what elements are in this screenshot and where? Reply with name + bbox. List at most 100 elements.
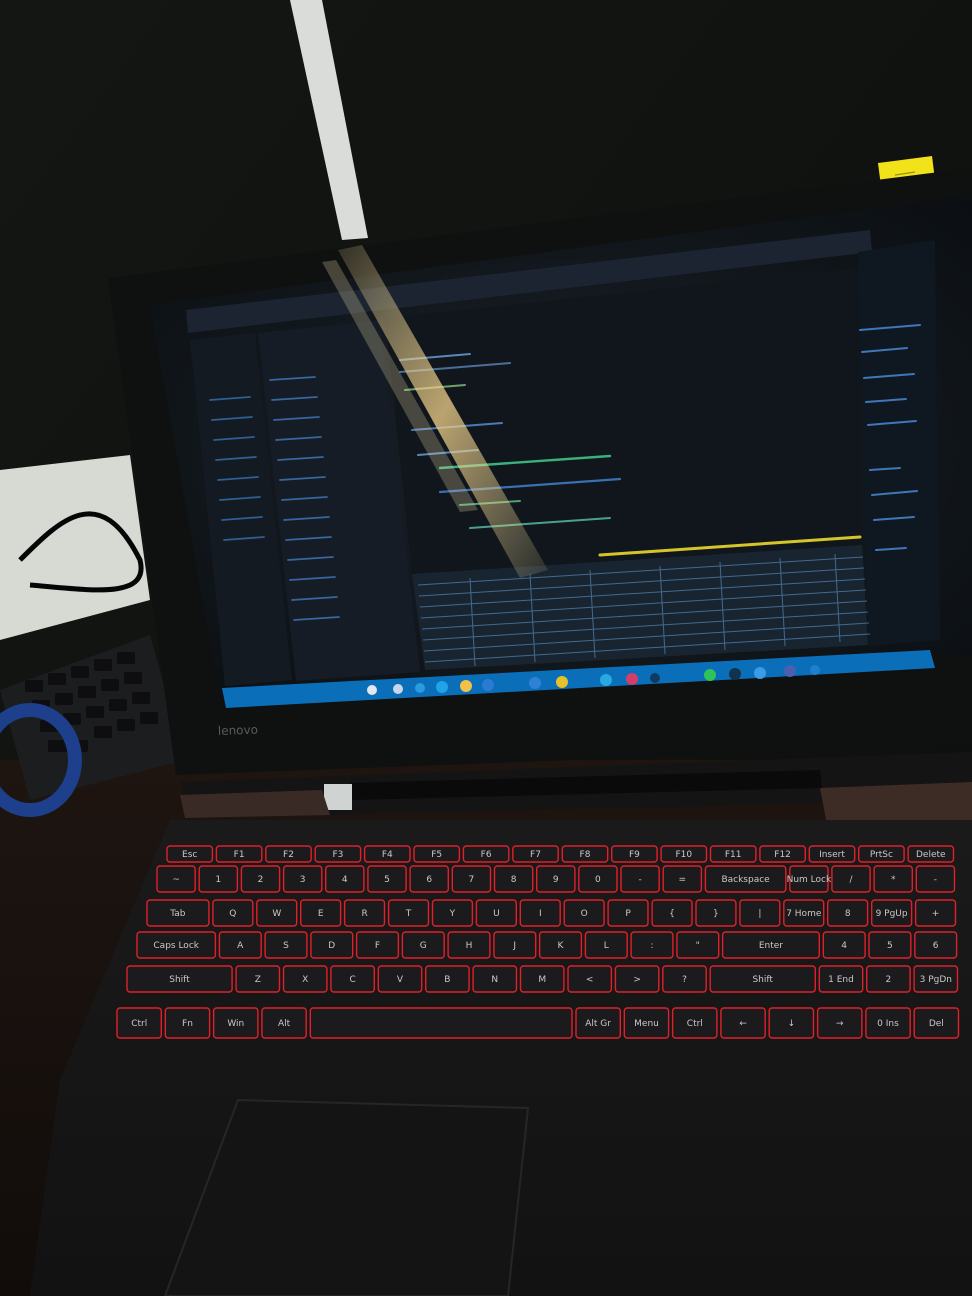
key-label: ": [696, 941, 700, 951]
key-label: T: [405, 909, 412, 919]
key-label: ~: [172, 875, 180, 885]
key-label: E: [318, 909, 324, 919]
key-label: M: [538, 975, 546, 985]
key-label: 6: [933, 941, 939, 951]
key-label: |: [758, 909, 761, 919]
key-label: 5: [384, 875, 390, 885]
start-icon: [367, 685, 377, 695]
key-label: G: [420, 941, 427, 951]
key-space-r5c4[interactable]: [309, 1007, 573, 1039]
key-label: 8: [845, 909, 851, 919]
key-label: F6: [481, 850, 492, 860]
key-label: Tab: [169, 909, 186, 919]
chrome-icon: [556, 676, 568, 688]
task-view-icon: [415, 683, 425, 693]
key-label: >: [633, 975, 641, 985]
key-label: *: [891, 875, 896, 885]
key-label: F7: [530, 850, 541, 860]
key-label: X: [302, 975, 308, 985]
key-label: <: [586, 975, 594, 985]
store-icon: [482, 679, 494, 691]
key-label: Num Lock: [787, 875, 832, 885]
key-label: Ctrl: [687, 1019, 703, 1029]
terminal-icon: [729, 668, 741, 680]
key-label: F10: [675, 850, 692, 860]
key-label: PrtSc: [870, 850, 893, 860]
key-label: Shift: [169, 975, 190, 985]
key-label: Shift: [752, 975, 773, 985]
key-label: Win: [227, 1019, 244, 1029]
key-label: Del: [929, 1019, 944, 1029]
key-label: +: [932, 909, 940, 919]
key-label: F4: [382, 850, 393, 860]
key-label: ?: [682, 975, 687, 985]
folder-icon: [460, 680, 472, 692]
key-label: Enter: [759, 941, 783, 951]
laptop-brand-logo: lenovo: [218, 723, 259, 738]
key-label: 4: [342, 875, 348, 885]
key-label: }: [713, 909, 719, 919]
key-label: O: [581, 909, 588, 919]
key-label: Z: [255, 975, 261, 985]
key-label: →: [836, 1019, 844, 1029]
key-label: =: [679, 875, 687, 885]
key-label: F: [375, 941, 380, 951]
key-label: F9: [629, 850, 640, 860]
key-label: Menu: [634, 1019, 659, 1029]
settings-icon: [784, 665, 796, 677]
key-label: J: [512, 941, 516, 951]
key-label: 6: [426, 875, 432, 885]
key-label: U: [493, 909, 500, 919]
key-label: P: [625, 909, 631, 919]
key-label: W: [272, 909, 281, 919]
key-label: Caps Lock: [153, 941, 199, 951]
key-label: L: [604, 941, 609, 951]
key-label: 2: [258, 875, 264, 885]
key-label: 7: [469, 875, 475, 885]
key-label: 0: [595, 875, 601, 885]
key-label: B: [444, 975, 450, 985]
key-label: 9 PgUp: [876, 909, 908, 919]
key-label: R: [361, 909, 367, 919]
key-label: Alt: [278, 1019, 291, 1029]
key-label: Delete: [916, 850, 946, 860]
photo-scene: lenovo Esc F1 F2 F3 F4 F5 F6 F7 F8 F9 F10 F11 F12 Ins…: [0, 0, 972, 1296]
key-label: C: [349, 975, 355, 985]
key-label: 3 PgDn: [920, 975, 952, 985]
key-label: :: [650, 941, 653, 951]
key-label: 9: [553, 875, 559, 885]
key-label: Esc: [182, 850, 197, 860]
key-label: 8: [511, 875, 517, 885]
key-label: N: [491, 975, 498, 985]
key-label: Backspace: [721, 875, 770, 885]
key-label: A: [237, 941, 244, 951]
key-label: I: [539, 909, 542, 919]
hinge-light: [324, 784, 352, 810]
key-label: Q: [229, 909, 236, 919]
key-label: D: [328, 941, 335, 951]
key-label: F3: [332, 850, 343, 860]
key-label: Ctrl: [131, 1019, 147, 1029]
key-label: F1: [234, 850, 245, 860]
key-label: 5: [887, 941, 893, 951]
key-label: F11: [725, 850, 742, 860]
key-label: F12: [774, 850, 791, 860]
key-label: ←: [739, 1019, 747, 1029]
key-label: Fn: [182, 1019, 193, 1029]
key-label: V: [397, 975, 404, 985]
key-label: ↓: [788, 1019, 796, 1029]
browser-icon: [436, 681, 448, 693]
key-label: 3: [300, 875, 306, 885]
search-icon: [393, 684, 403, 694]
key-label: {: [669, 909, 675, 919]
whatsapp-icon: [704, 669, 716, 681]
key-label: 1: [215, 875, 221, 885]
key-label: -: [638, 875, 641, 885]
key-label: Y: [449, 909, 456, 919]
key-label: Alt Gr: [585, 1019, 611, 1029]
key-label: 4: [841, 941, 847, 951]
key-label: 2: [886, 975, 892, 985]
mail-icon: [529, 677, 541, 689]
key-label: 7 Home: [786, 909, 822, 919]
key-label: F5: [431, 850, 442, 860]
